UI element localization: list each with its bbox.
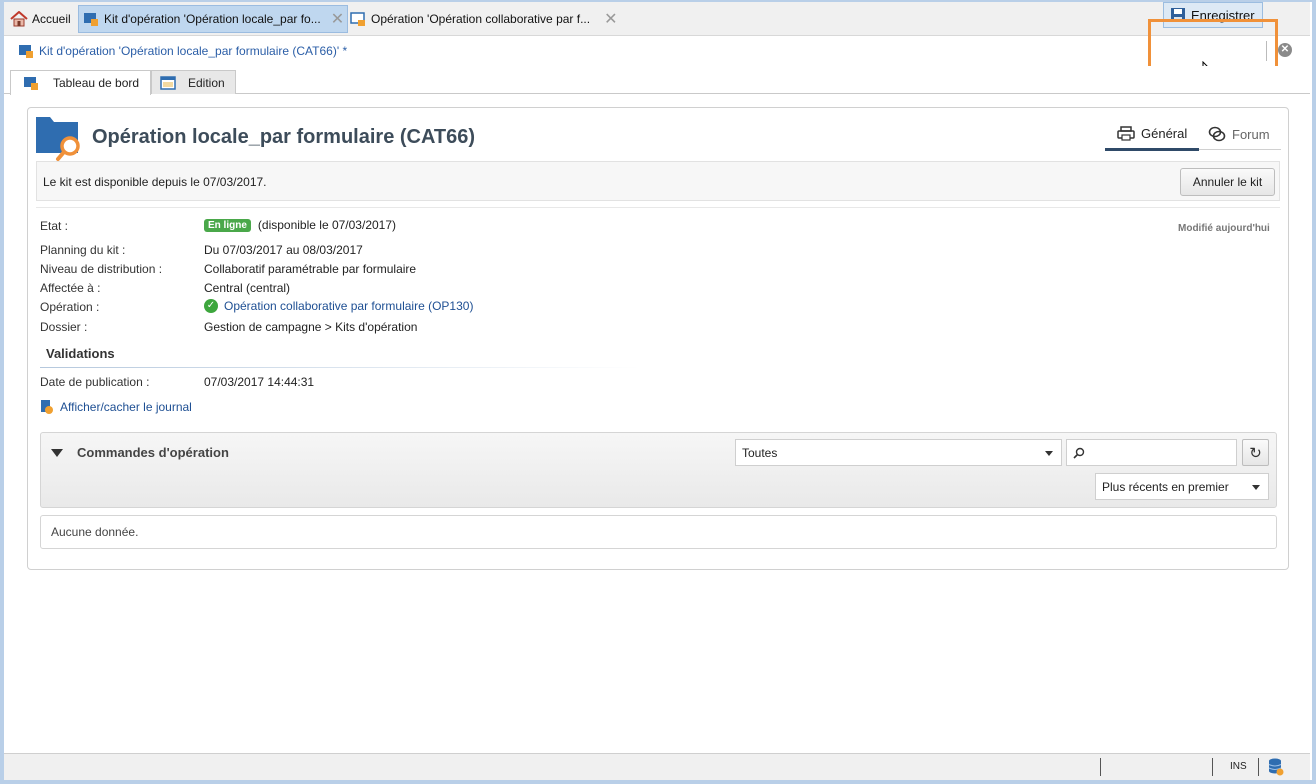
operation-icon [350, 12, 365, 26]
filter-select-value: Toutes [742, 445, 778, 460]
tab-dashboard[interactable]: Tableau de bord [10, 70, 151, 95]
affectee-value: Central (central) [204, 281, 291, 295]
chevron-down-icon [1252, 485, 1260, 490]
filter-select[interactable]: Toutes [735, 439, 1062, 466]
commands-title: Commandes d'opération [77, 445, 229, 460]
operation-label: Opération : [40, 300, 100, 314]
tab-general-indicator [1105, 148, 1199, 151]
tab-forum[interactable]: Forum [1208, 126, 1270, 142]
info-text: Le kit est disponible depuis le 07/03/20… [43, 175, 267, 189]
planning-label: Planning du kit : [40, 243, 126, 257]
refresh-icon: ↻ [1249, 444, 1262, 462]
edit-window-icon [160, 75, 176, 90]
breadcrumb[interactable]: Kit d'opération 'Opération locale_par fo… [18, 43, 347, 59]
tab-kit[interactable]: Kit d'opération 'Opération locale_par fo… [78, 5, 348, 33]
journal-icon [41, 400, 53, 414]
sort-select[interactable]: Plus récents en premier [1095, 473, 1269, 500]
right-tabs: Général Forum [1105, 118, 1281, 151]
dossier-value: Gestion de campagne > Kits d'opération [204, 320, 418, 334]
tab-strip: Accueil Kit d'opération 'Opération local… [4, 2, 1310, 36]
etat-value: En ligne (disponible le 07/03/2017) [204, 218, 396, 232]
view-tabs: Tableau de bord Edition [4, 66, 1310, 95]
close-tab-icon[interactable]: ✕ [331, 9, 344, 29]
page-title: Opération locale_par formulaire (CAT66) [92, 126, 476, 148]
empty-state: Aucune donnée. [40, 515, 1277, 549]
status-bar: INS [4, 753, 1310, 780]
status-separator [1258, 758, 1259, 776]
search-icon [1073, 447, 1085, 459]
divider [36, 207, 1280, 208]
operation-link[interactable]: Opération collaborative par formulaire (… [224, 299, 473, 313]
journal-toggle-link[interactable]: Afficher/cacher le journal [40, 399, 192, 415]
tab-home-label: Accueil [32, 12, 71, 26]
affectee-label: Affectée à : [40, 281, 101, 295]
main-panel: Opération locale_par formulaire (CAT66) … [27, 107, 1289, 570]
operation-value[interactable]: ✓ Opération collaborative par formulaire… [204, 299, 473, 313]
publication-label: Date de publication : [40, 375, 150, 389]
status-separator [1100, 758, 1101, 776]
chevron-down-icon [1045, 451, 1053, 456]
niveau-label: Niveau de distribution : [40, 262, 163, 276]
tab-kit-label: Kit d'opération 'Opération locale_par fo… [104, 12, 321, 26]
kit-icon [24, 77, 38, 90]
insert-mode-indicator: INS [1230, 761, 1247, 772]
close-icon[interactable]: ✕ [1278, 43, 1292, 57]
collapse-triangle-icon [51, 448, 63, 457]
database-icon[interactable] [1268, 758, 1284, 776]
tab-general-label: Général [1141, 126, 1188, 141]
commands-section: Commandes d'opération Toutes ↻ Plus réce… [40, 432, 1277, 508]
section-heading: Validations [46, 346, 115, 361]
breadcrumb-row: Kit d'opération 'Opération locale_par fo… [4, 37, 1310, 65]
printer-icon [1117, 126, 1135, 141]
search-input[interactable] [1066, 439, 1237, 466]
close-tab-icon[interactable]: ✕ [604, 9, 617, 29]
planning-value: Du 07/03/2017 au 08/03/2017 [204, 243, 363, 257]
commands-toggle[interactable]: Commandes d'opération [51, 445, 229, 460]
check-circle-icon: ✓ [204, 299, 218, 313]
tab-edition-label: Edition [188, 75, 225, 90]
status-separator [1212, 758, 1213, 776]
journal-link-label: Afficher/cacher le journal [60, 400, 192, 414]
chat-icon [1208, 126, 1226, 142]
tab-forum-label: Forum [1232, 126, 1270, 142]
dossier-label: Dossier : [40, 320, 88, 334]
tab-dashboard-label: Tableau de bord [53, 76, 140, 90]
toolbar-separator [1266, 41, 1267, 61]
niveau-value: Collaboratif paramétrable par formulaire [204, 262, 417, 276]
section-underline [40, 367, 640, 368]
cancel-kit-button[interactable]: Annuler le kit [1180, 168, 1275, 196]
tab-home[interactable]: Accueil [10, 5, 71, 33]
etat-label: Etat : [40, 219, 69, 233]
tab-operation-label: Opération 'Opération collaborative par f… [371, 12, 591, 26]
kit-icon [84, 13, 98, 26]
publication-value: 07/03/2017 14:44:31 [204, 375, 315, 389]
kit-icon [19, 45, 33, 58]
folder-search-icon [36, 117, 80, 161]
home-icon [10, 11, 28, 27]
tab-operation[interactable]: Opération 'Opération collaborative par f… [350, 5, 617, 33]
modified-label: Modifié aujourd'hui [1178, 223, 1270, 234]
breadcrumb-label: Kit d'opération 'Opération locale_par fo… [39, 44, 348, 58]
etat-text: (disponible le 07/03/2017) [257, 218, 397, 232]
info-banner: Le kit est disponible depuis le 07/03/20… [36, 161, 1280, 201]
tab-edition[interactable]: Edition [151, 70, 236, 94]
refresh-button[interactable]: ↻ [1242, 439, 1269, 466]
sort-select-value: Plus récents en premier [1102, 479, 1229, 494]
status-badge: En ligne [204, 218, 251, 232]
tab-general[interactable]: Général [1117, 126, 1187, 141]
